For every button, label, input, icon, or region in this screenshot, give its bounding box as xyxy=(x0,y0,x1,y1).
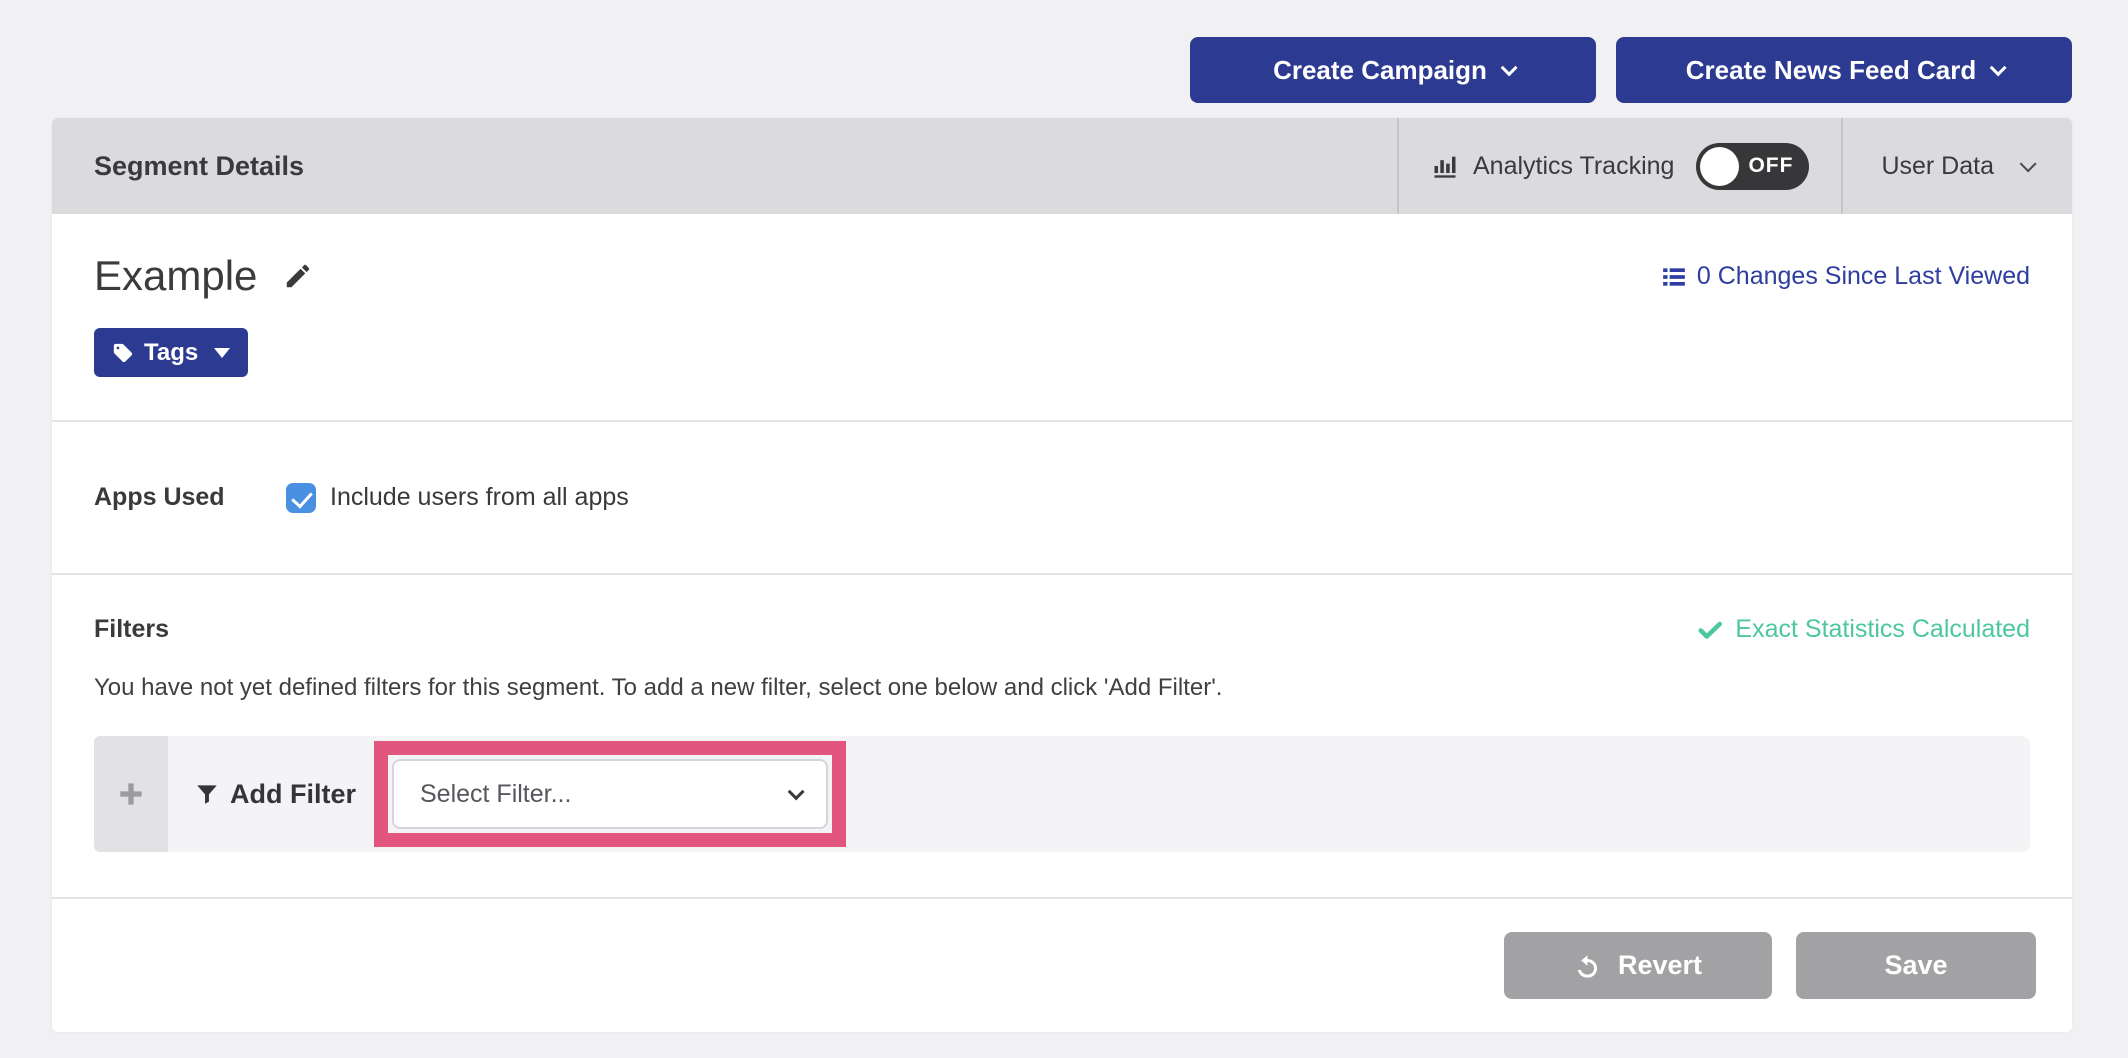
tags-button-label: Tags xyxy=(144,339,198,367)
card-header: Segment Details Analytics Tracking OFF xyxy=(52,118,2072,214)
segment-details-card: Segment Details Analytics Tracking OFF xyxy=(52,118,2072,1032)
create-campaign-button[interactable]: Create Campaign xyxy=(1190,37,1596,103)
exact-statistics-status: Exact Statistics Calculated xyxy=(1697,615,2030,644)
user-data-dropdown[interactable]: User Data xyxy=(1843,118,2072,214)
include-all-apps-option: Include users from all apps xyxy=(286,483,629,513)
add-filter-row: Add Filter Select Filter... xyxy=(94,736,2030,852)
filters-description: You have not yet defined filters for thi… xyxy=(94,674,2030,702)
card-footer: Revert Save xyxy=(52,897,2072,1032)
filters-header-row: Filters Exact Statistics Calculated xyxy=(94,615,2030,644)
filters-section: Filters Exact Statistics Calculated You … xyxy=(52,575,2072,897)
filter-row-body: Add Filter Select Filter... xyxy=(168,736,2030,852)
chevron-down-icon xyxy=(2020,155,2037,172)
user-data-label: User Data xyxy=(1881,152,1994,181)
include-all-apps-label: Include users from all apps xyxy=(330,483,629,512)
check-icon xyxy=(1697,617,1723,643)
bar-chart-icon xyxy=(1431,152,1459,180)
save-button-label: Save xyxy=(1884,950,1947,981)
create-news-feed-label: Create News Feed Card xyxy=(1686,55,1976,86)
segment-name-section: Example 0 Changes Since Last Viewed xyxy=(52,214,2072,420)
add-filter-label-group: Add Filter xyxy=(194,779,356,810)
revert-button-label: Revert xyxy=(1618,950,1702,981)
create-campaign-label: Create Campaign xyxy=(1273,55,1487,86)
revert-undo-icon xyxy=(1574,952,1602,980)
toggle-knob xyxy=(1700,147,1739,186)
segment-name: Example xyxy=(94,252,257,300)
exact-statistics-label: Exact Statistics Calculated xyxy=(1735,615,2030,644)
create-news-feed-card-button[interactable]: Create News Feed Card xyxy=(1616,37,2072,103)
chevron-down-icon xyxy=(1501,59,1518,76)
header-right-group: Analytics Tracking OFF User Data xyxy=(1397,118,2072,214)
add-filter-label: Add Filter xyxy=(230,779,356,810)
save-button[interactable]: Save xyxy=(1796,932,2036,999)
analytics-tracking-toggle[interactable]: OFF xyxy=(1696,143,1809,190)
include-all-apps-checkbox[interactable] xyxy=(286,483,316,513)
caret-down-icon xyxy=(214,348,230,358)
chevron-down-icon xyxy=(1990,59,2007,76)
filters-heading: Filters xyxy=(94,615,169,644)
tags-button[interactable]: Tags xyxy=(94,328,248,377)
page-title: Segment Details xyxy=(52,151,304,182)
add-filter-group-button[interactable] xyxy=(94,736,168,852)
changes-since-last-viewed-link[interactable]: 0 Changes Since Last Viewed xyxy=(1661,262,2030,291)
revert-button[interactable]: Revert xyxy=(1504,932,1772,999)
analytics-tracking-label: Analytics Tracking xyxy=(1473,152,1674,181)
annotation-highlight-box: Select Filter... xyxy=(374,741,846,847)
analytics-tracking-block: Analytics Tracking OFF xyxy=(1399,118,1841,214)
screen: Create Campaign Create News Feed Card Se… xyxy=(0,0,2128,1058)
chevron-down-icon xyxy=(788,783,805,800)
top-action-bar: Create Campaign Create News Feed Card xyxy=(52,37,2072,103)
select-filter-dropdown[interactable]: Select Filter... xyxy=(392,759,828,829)
apps-used-label: Apps Used xyxy=(94,483,286,512)
edit-pencil-icon[interactable] xyxy=(283,261,313,291)
tag-icon xyxy=(112,342,134,364)
plus-icon xyxy=(115,778,147,810)
apps-used-section: Apps Used Include users from all apps xyxy=(52,422,2072,573)
list-icon xyxy=(1661,264,1687,290)
toggle-state-label: OFF xyxy=(1748,154,1793,178)
changes-link-label: 0 Changes Since Last Viewed xyxy=(1697,262,2030,291)
select-filter-placeholder: Select Filter... xyxy=(420,780,571,809)
filter-funnel-icon xyxy=(194,781,220,807)
